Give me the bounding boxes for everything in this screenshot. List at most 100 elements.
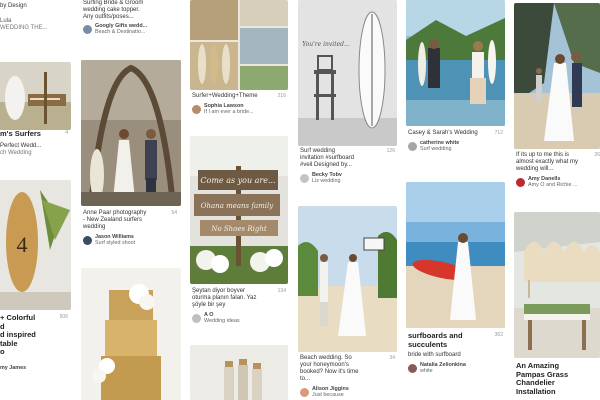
bride-surfboard-photo (406, 182, 505, 328)
couple-arch-photo (81, 60, 181, 206)
pinner[interactable]: Sophia Lawson If I am ever a bride... (192, 103, 286, 115)
pin-text: Surfer+Wedding+Theme 216 Sophia Lawson I… (192, 93, 286, 115)
pinner-board: Surf styled shoot (95, 240, 136, 246)
table-number-photo: 4 (0, 180, 71, 310)
avatar (83, 235, 92, 245)
pin-image-surfboard-collage[interactable] (190, 0, 288, 90)
pin-description: your honeymoon's (300, 362, 349, 368)
pin-description: Şeytan diyor boyver (192, 288, 246, 294)
pinner[interactable]: Googly Gifts wedd... Beach & Destinatio.… (83, 23, 179, 35)
pin-image-gold-cake[interactable] (81, 268, 181, 400)
wedding-sign-photo (0, 62, 71, 130)
pinner-board: white (420, 368, 433, 374)
pin-text: An Amazing Pampas Grass Chandelier Insta… (516, 361, 600, 396)
pin-line: table (0, 338, 18, 348)
pin-image-bride-red-surfboard[interactable] (406, 182, 505, 328)
pin-description: - New Zealand surfers (83, 217, 143, 223)
pin-image-couple-surfboards[interactable] (406, 0, 505, 126)
pin-description: Surfer+Wedding+Theme (192, 93, 258, 99)
surfboard-collage-photo (190, 0, 288, 90)
pin-description: Casey & Sarah's Wedding (408, 130, 478, 136)
pin-text: Beach wedding. So your honeymoon's booke… (300, 355, 395, 398)
pin-description: #veil Designed by... (300, 162, 352, 168)
pin-image-surf-couple-arch[interactable] (81, 60, 181, 206)
pinner[interactable]: Natalia Zelionkina white (408, 362, 503, 374)
pin-description: booked? Now it's time (300, 369, 359, 375)
pin-line: ch Wedding (0, 149, 32, 156)
pin-description: wedding (83, 224, 106, 230)
repin-count: 54 (171, 210, 177, 216)
avatar (300, 173, 309, 183)
pin-description: almost exactly what my (516, 159, 579, 165)
repin-count: 712 (494, 130, 503, 136)
pinner-board: Surf wedding (420, 146, 452, 152)
pinner[interactable]: Alison Jiggins Just because (300, 386, 395, 398)
pinner-board: Liz wedding (312, 178, 341, 184)
svg-text:4: 4 (17, 232, 28, 257)
pin-image-invitation[interactable]: You're invited... (298, 0, 397, 146)
pin-description: şöyle bir şey (192, 302, 226, 308)
pin-board: by Design Lula WEDDING THE... m's Surfer… (0, 0, 600, 400)
pin-title: m's Surfers (0, 129, 41, 138)
pin-description: Any outfits/poses... (83, 14, 134, 20)
pin-description: to... (300, 376, 311, 382)
pin-image-wooden-signs[interactable]: Come as you are... Ohana means family No… (190, 136, 288, 284)
pin-line: Perfect Wedd... (0, 142, 42, 149)
pin-text: Şeytan diyor boyver oturma planın falan.… (192, 288, 286, 324)
bottles-photo (190, 345, 288, 400)
avatar (192, 104, 201, 114)
wooden-signs-photo: Come as you are... Ohana means family No… (190, 136, 288, 284)
sign-text: Ohana means family (201, 202, 274, 210)
pinner[interactable]: A O Wedding ideas (192, 312, 286, 324)
pinner[interactable]: catherine white Surf wedding (408, 140, 503, 152)
pin-text: Surfing Bride & Groom wedding cake toppe… (81, 0, 181, 35)
repin-count: 4 (65, 130, 68, 136)
pin-user: Lula (0, 18, 12, 24)
invite-text: You're invited... (302, 41, 350, 48)
column-2: Surfing Bride & Groom wedding cake toppe… (81, 0, 181, 400)
avatar (300, 387, 309, 397)
pinner-board: Wedding ideas (204, 318, 240, 324)
pin-image-pampas-chandelier[interactable] (514, 212, 600, 358)
pin-text: + Colorful 506 d d inspired table o my J… (0, 313, 70, 371)
pin-description: Anne Paar photography (83, 210, 147, 216)
repin-count: 506 (59, 314, 68, 320)
pinner[interactable]: Amy Danells Amy O and Richie ... (516, 176, 600, 188)
pin-image-cliff-kiss[interactable] (514, 3, 600, 149)
beach-couple-photo (298, 206, 397, 352)
pin-image-wedding-sign[interactable] (0, 62, 71, 130)
pin-text: Anne Paar photography - New Zealand surf… (83, 210, 179, 246)
pinner-board: Beach & Destinatio... (95, 29, 146, 35)
pin-line: by Design (0, 3, 27, 9)
cliff-kiss-photo (514, 3, 600, 149)
couple-surfboards-photo (406, 0, 505, 126)
pin-text: surfboards and succulents 362 bride with… (408, 331, 503, 374)
pin-description: Surf wedding (300, 148, 336, 154)
pin-text: Surf wedding invitation #surfboard #veil… (300, 148, 395, 184)
pin-description: invitation #surfboard (300, 155, 355, 161)
avatar (83, 24, 92, 34)
pinner[interactable]: Becky Tobv Liz wedding (300, 172, 395, 184)
pin-description: If its up to me this is (516, 152, 570, 158)
pinner[interactable]: Jason Williams Surf styled shoot (83, 234, 179, 246)
pin-text: Casey & Sarah's Wedding 712 catherine wh… (408, 130, 503, 152)
pinner-board: Just because (312, 392, 344, 398)
avatar (192, 313, 201, 323)
avatar (408, 141, 417, 151)
pin-description: Beach wedding. So (300, 355, 352, 361)
pin-description: Surfing Bride & Groom (83, 0, 144, 6)
avatar (408, 363, 417, 373)
repin-count: 126 (386, 148, 395, 154)
pin-image-surfboard-table-number[interactable]: 4 (0, 180, 71, 310)
pinner-board: Amy O and Richie ... (528, 182, 578, 188)
pin-image-bottles[interactable] (190, 345, 288, 400)
pin-description: oturma planın falan. Yaz (192, 295, 257, 301)
pin-user: my James (0, 364, 27, 371)
pin-image-beach-couple[interactable] (298, 206, 397, 352)
pin-description: wedding will... (516, 166, 554, 172)
pin-title: succulents (408, 339, 448, 349)
pin-description: wedding cake topper. (83, 7, 140, 13)
repin-count: 216 (277, 93, 286, 99)
pin-text: by Design Lula WEDDING THE... (0, 0, 71, 32)
invitation-photo: You're invited... (298, 0, 397, 146)
